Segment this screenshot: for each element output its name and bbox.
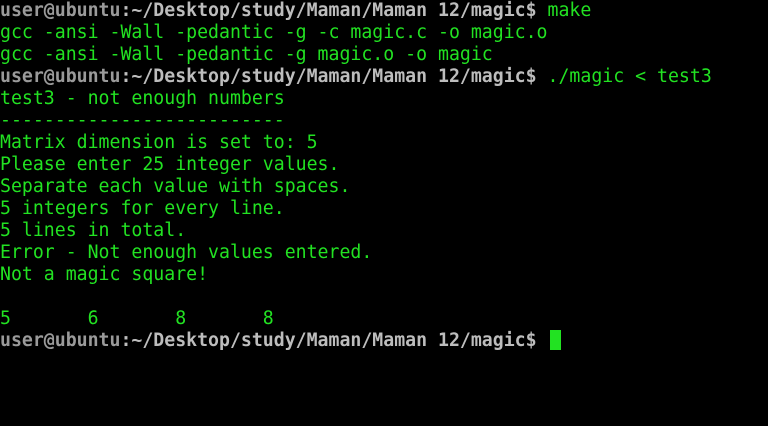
block-cursor-icon[interactable] — [549, 330, 561, 350]
prompt-user-host: user@ubuntu — [0, 66, 121, 87]
output-line: Matrix dimension is set to: 5 — [0, 132, 318, 153]
output-line: -------------------------- — [0, 110, 285, 131]
output-line: Not a magic square! — [0, 264, 209, 285]
prompt-user-host: user@ubuntu — [0, 330, 121, 351]
output-line: Please enter 25 integer values. — [0, 154, 340, 175]
command-text: ./magic < test3 — [547, 66, 712, 87]
output-line: Error - Not enough values entered. — [0, 242, 373, 263]
prompt-separator: : — [120, 330, 132, 351]
prompt-path: ~/Desktop/study/Maman/Maman 12/magic$ — [131, 330, 537, 351]
output-line: 5 lines in total. — [0, 220, 187, 241]
prompt-path: ~/Desktop/study/Maman/Maman 12/magic$ — [131, 66, 537, 87]
output-line: 5 integers for every line. — [0, 198, 285, 219]
terminal-window[interactable]: user@ubuntu:~/Desktop/study/Maman/Maman … — [0, 0, 768, 426]
output-line: Separate each value with spaces. — [0, 176, 351, 197]
command-text: make — [547, 0, 592, 21]
prompt-separator: : — [120, 0, 132, 21]
output-line: test3 - not enough numbers — [0, 88, 285, 109]
output-line: gcc -ansi -Wall -pedantic -g -c magic.c … — [0, 22, 548, 43]
prompt-line-1: user@ubuntu:~/Desktop/study/Maman/Maman … — [0, 0, 768, 22]
prompt-line-2: user@ubuntu:~/Desktop/study/Maman/Maman … — [0, 66, 768, 88]
prompt-user-host: user@ubuntu — [0, 0, 121, 21]
prompt-path: ~/Desktop/study/Maman/Maman 12/magic$ — [131, 0, 537, 21]
prompt-line-3[interactable]: user@ubuntu:~/Desktop/study/Maman/Maman … — [0, 330, 768, 352]
output-line: gcc -ansi -Wall -pedantic -g magic.o -o … — [0, 44, 493, 65]
output-line: 5 6 8 8 — [0, 308, 274, 329]
prompt-separator: : — [120, 66, 132, 87]
